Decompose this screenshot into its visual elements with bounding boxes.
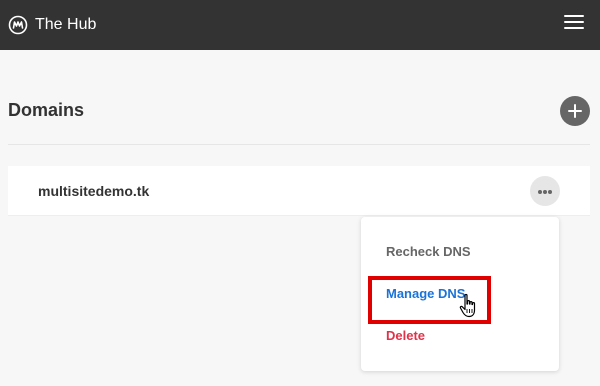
divider [8,144,590,145]
domain-row: multisitedemo.tk [8,166,590,216]
menu-item-delete[interactable]: Delete [386,328,425,344]
app-title: The Hub [35,16,97,33]
menu-item-recheck-dns[interactable]: Recheck DNS [386,244,471,260]
hand-pointer-icon [459,293,476,318]
add-domain-button[interactable] [560,96,590,126]
hamburger-menu-icon[interactable] [562,12,586,34]
more-actions-button[interactable] [530,176,560,206]
top-bar: The Hub [0,0,600,50]
the-hub-logo[interactable] [8,15,28,35]
domain-name: multisitedemo.tk [38,183,150,199]
page-title: Domains [8,100,85,120]
